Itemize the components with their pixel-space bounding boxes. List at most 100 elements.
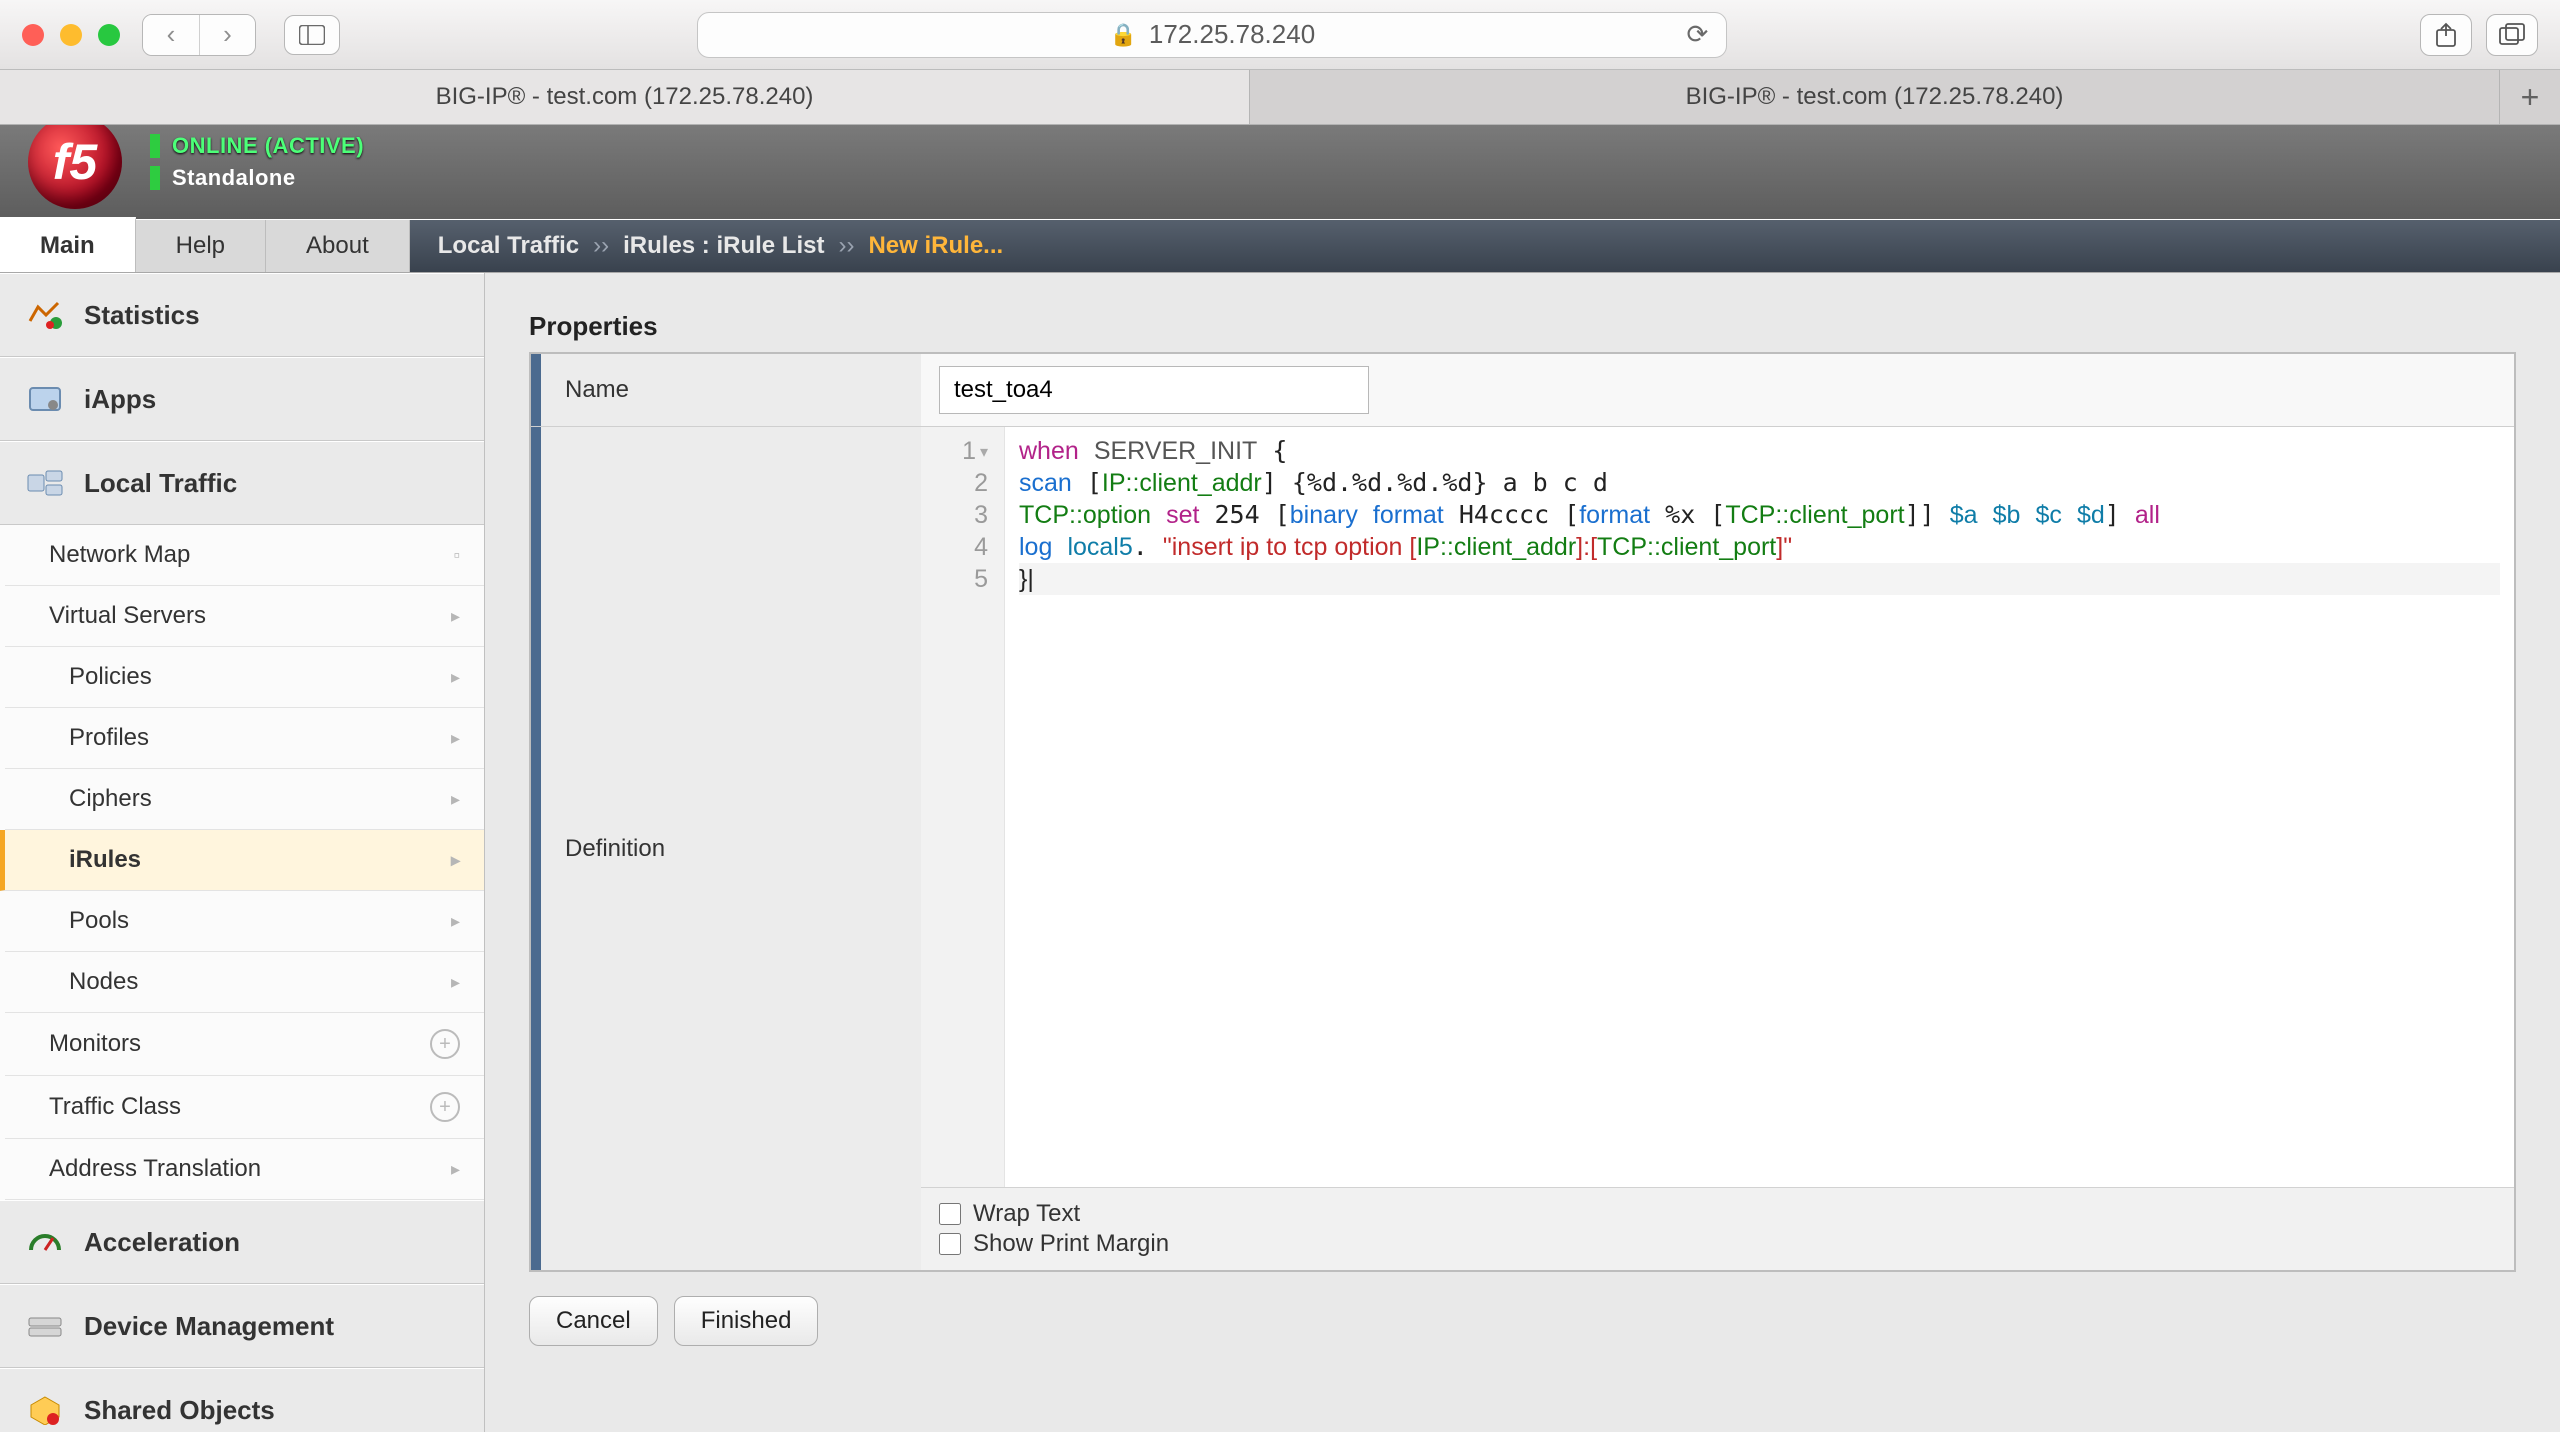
properties-title: Properties xyxy=(529,311,2516,342)
nav-section-iapps[interactable]: iApps xyxy=(0,357,484,441)
chevron-right-icon: ▸ xyxy=(451,789,460,810)
nav-item-network-map[interactable]: Network Map▫ xyxy=(5,525,484,586)
nav-section-local-traffic[interactable]: Local Traffic xyxy=(0,441,484,525)
property-definition-value-cell: 1▾ 2 3 4 5 when SERVER_INIT { scan [IP::… xyxy=(921,427,2514,1270)
nav-item-nodes[interactable]: Nodes ▸ xyxy=(5,952,484,1013)
option-label: Show Print Margin xyxy=(973,1230,1169,1258)
bigip-status-text: ONLINE (ACTIVE) xyxy=(172,133,364,159)
add-icon[interactable]: + xyxy=(430,1029,460,1059)
show-print-margin-checkbox[interactable] xyxy=(939,1233,961,1255)
browser-url-host: 172.25.78.240 xyxy=(1149,19,1315,50)
nav-item-label: Nodes xyxy=(69,968,138,996)
breadcrumb-part[interactable]: iRules : iRule List xyxy=(623,232,824,260)
browser-back-button[interactable]: ‹ xyxy=(143,15,199,55)
show-print-margin-option[interactable]: Show Print Margin xyxy=(939,1230,2496,1258)
nav-item-label: iRules xyxy=(69,846,141,874)
breadcrumb-part[interactable]: Local Traffic xyxy=(438,232,579,260)
nav-item-label: Policies xyxy=(69,663,152,691)
code-text[interactable]: when SERVER_INIT { scan [IP::client_addr… xyxy=(1005,427,2514,1187)
bigip-status: ONLINE (ACTIVE) Standalone xyxy=(150,133,364,191)
tab-help[interactable]: Help xyxy=(136,220,266,272)
browser-tab-label: BIG-IP® - test.com (172.25.78.240) xyxy=(1686,83,2064,111)
tab-about[interactable]: About xyxy=(266,220,410,272)
chevron-right-icon: ▸ xyxy=(451,1159,460,1180)
nav-item-virtual-servers[interactable]: Virtual Servers▸ xyxy=(5,586,484,647)
chevron-right-icon: ▸ xyxy=(451,850,460,871)
nav-section-device-management[interactable]: Device Management xyxy=(0,1284,484,1368)
editor-options: Wrap Text Show Print Margin xyxy=(921,1187,2514,1270)
nav-label: Acceleration xyxy=(84,1227,240,1258)
chevron-right-icon: ›› xyxy=(593,232,609,260)
code-editor[interactable]: 1▾ 2 3 4 5 when SERVER_INIT { scan [IP::… xyxy=(921,427,2514,1270)
browser-tab-0[interactable]: BIG-IP® - test.com (172.25.78.240) xyxy=(0,70,1250,124)
nav-label: Shared Objects xyxy=(84,1395,275,1426)
bigip-mode-text: Standalone xyxy=(172,165,296,191)
window-minimize-icon[interactable] xyxy=(60,24,82,46)
share-button[interactable] xyxy=(2420,14,2472,56)
property-row-name: Name xyxy=(531,354,2514,427)
nav-section-shared-objects[interactable]: Shared Objects xyxy=(0,1368,484,1432)
f5-logo-text: f5 xyxy=(53,137,97,187)
nav-label: iApps xyxy=(84,384,156,415)
nav-item-label: Monitors xyxy=(49,1030,141,1058)
chevron-right-icon: ▸ xyxy=(451,728,460,749)
nav-item-irules[interactable]: iRules ▸ xyxy=(0,830,484,891)
add-icon[interactable]: + xyxy=(430,1092,460,1122)
option-label: Wrap Text xyxy=(973,1200,1080,1228)
app-header-row: Main Help About Local Traffic ›› iRules … xyxy=(0,219,2560,273)
browser-forward-button[interactable]: › xyxy=(199,15,255,55)
browser-tab-1[interactable]: BIG-IP® - test.com (172.25.78.240) xyxy=(1250,70,2500,124)
code-editor-body[interactable]: 1▾ 2 3 4 5 when SERVER_INIT { scan [IP::… xyxy=(921,427,2514,1187)
bigip-header: f5 ONLINE (ACTIVE) Standalone xyxy=(0,125,2560,219)
tab-label: Help xyxy=(176,232,225,260)
nav-item-monitors[interactable]: Monitors + xyxy=(5,1013,484,1076)
nav-label: Device Management xyxy=(84,1311,334,1342)
browser-nav-buttons: ‹ › xyxy=(142,14,256,56)
nav-item-label: Traffic Class xyxy=(49,1093,181,1121)
chevron-right-icon: ▸ xyxy=(451,667,460,688)
cancel-button[interactable]: Cancel xyxy=(529,1296,658,1346)
popout-icon: ▫ xyxy=(454,545,460,566)
window-zoom-icon[interactable] xyxy=(98,24,120,46)
line-number: 1 xyxy=(962,437,976,465)
browser-tab-label: BIG-IP® - test.com (172.25.78.240) xyxy=(436,83,814,111)
nav-section-statistics[interactable]: Statistics xyxy=(0,273,484,357)
nav-item-policies[interactable]: Policies ▸ xyxy=(5,647,484,708)
nav-item-label: Profiles xyxy=(69,724,149,752)
nav-item-label: Address Translation xyxy=(49,1155,261,1183)
irule-name-input[interactable] xyxy=(939,366,1369,414)
fold-icon[interactable]: ▾ xyxy=(980,437,988,469)
nav-item-address-translation[interactable]: Address Translation ▸ xyxy=(5,1139,484,1200)
window-close-icon[interactable] xyxy=(22,24,44,46)
tab-label: Main xyxy=(40,232,95,260)
nav-item-ciphers[interactable]: Ciphers▸ xyxy=(5,769,484,830)
browser-new-tab-button[interactable]: + xyxy=(2500,70,2560,124)
finished-button[interactable]: Finished xyxy=(674,1296,819,1346)
chevron-right-icon: ▸ xyxy=(451,972,460,993)
form-actions: Cancel Finished xyxy=(529,1296,2516,1346)
nav-item-pools[interactable]: Pools▸ xyxy=(5,891,484,952)
tab-main[interactable]: Main xyxy=(0,217,136,272)
chevron-right-icon: ›› xyxy=(838,232,854,260)
browser-right-tools xyxy=(2420,14,2538,56)
nav-item-profiles[interactable]: Profiles ▸ xyxy=(5,708,484,769)
status-indicator-icon xyxy=(150,166,160,190)
nav-item-traffic-class[interactable]: Traffic Class + xyxy=(5,1076,484,1139)
main-panel: Properties Name Definition 1▾ 2 xyxy=(485,273,2560,1432)
nav-section-acceleration[interactable]: Acceleration xyxy=(0,1200,484,1284)
browser-url-bar[interactable]: 🔒 172.25.78.240 ⟳ xyxy=(697,12,1727,58)
nav-label: Local Traffic xyxy=(84,468,237,499)
tabs-overview-button[interactable] xyxy=(2486,14,2538,56)
nav-item-label: Pools xyxy=(69,907,129,935)
iapps-icon xyxy=(24,380,66,418)
wrap-text-option[interactable]: Wrap Text xyxy=(939,1200,2496,1228)
reload-icon[interactable]: ⟳ xyxy=(1687,19,1709,50)
browser-titlebar: ‹ › 🔒 172.25.78.240 ⟳ xyxy=(0,0,2560,70)
wrap-text-checkbox[interactable] xyxy=(939,1203,961,1225)
property-row-definition: Definition 1▾ 2 3 4 5 when SERVER_INIT {… xyxy=(531,427,2514,1270)
device-management-icon xyxy=(24,1307,66,1345)
line-number: 2 xyxy=(929,467,988,499)
line-number: 4 xyxy=(929,531,988,563)
chevron-right-icon: ▸ xyxy=(451,606,460,627)
browser-sidebar-toggle[interactable] xyxy=(284,15,340,55)
